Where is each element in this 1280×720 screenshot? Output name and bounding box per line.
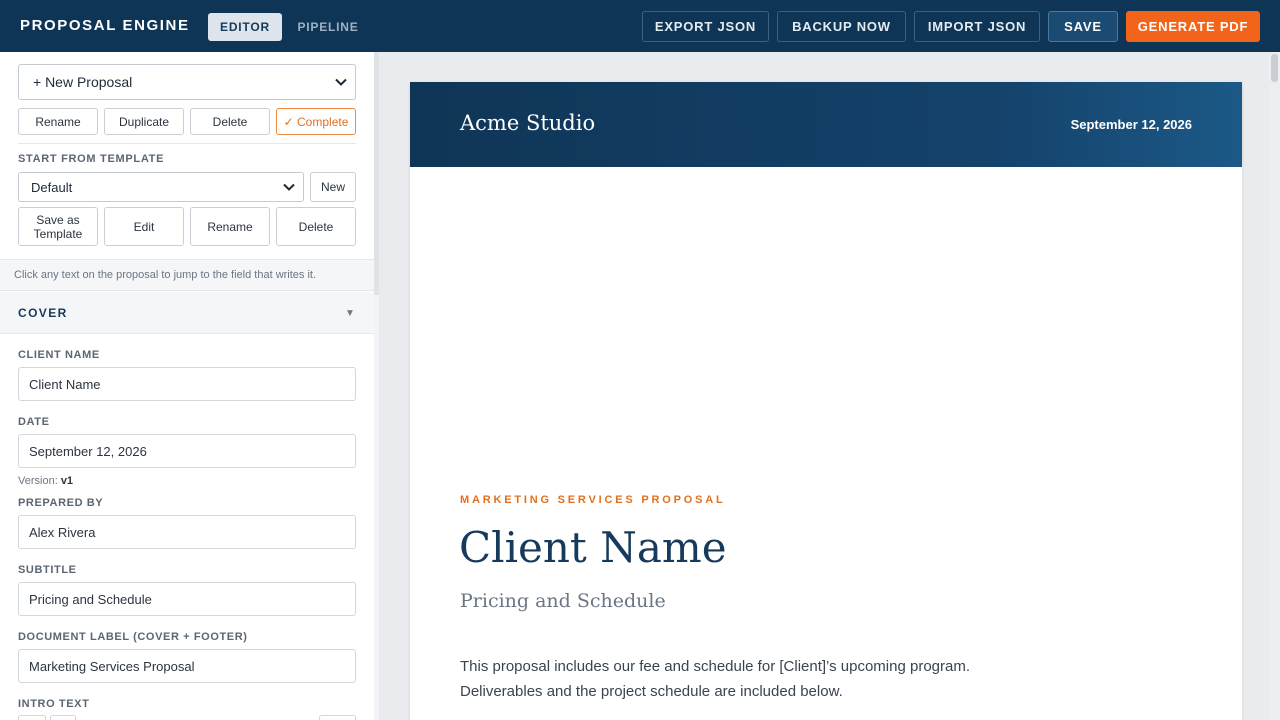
version-label: Version: [18, 475, 58, 487]
proposal-date[interactable]: September 12, 2026 [1071, 117, 1192, 132]
backup-now-button[interactable]: BACKUP NOW [777, 11, 906, 42]
intro-text-label: INTRO TEXT [18, 698, 90, 710]
tab-pipeline[interactable]: PIPELINE [290, 13, 366, 41]
chevron-down-icon [283, 183, 295, 191]
client-name-field[interactable]: Client Name [18, 367, 356, 401]
preview-scrollbar-thumb[interactable] [1271, 54, 1278, 82]
studio-name[interactable]: Acme Studio [460, 111, 595, 135]
subtitle-label: SUBTITLE [18, 564, 77, 576]
preview-scrollbar[interactable] [1269, 52, 1280, 720]
complete-proposal-button[interactable]: ✓ Complete [276, 108, 356, 135]
divider [18, 143, 356, 144]
subtitle-field[interactable]: Pricing and Schedule [18, 582, 356, 616]
intro-line: This proposal includes our fee and sched… [460, 658, 970, 675]
cover-section-title: COVER [18, 306, 68, 320]
version-indicator: Version: v1 [18, 475, 73, 487]
proposal-select[interactable]: + New Proposal [18, 64, 356, 100]
delete-proposal-button[interactable]: Delete [190, 108, 270, 135]
app-brand: PROPOSAL ENGINE [20, 17, 190, 34]
export-json-button[interactable]: EXPORT JSON [642, 11, 769, 42]
client-name-heading[interactable]: Client Name [459, 523, 727, 572]
prepared-by-field[interactable]: Alex Rivera [18, 515, 356, 549]
prepared-by-label: PREPARED BY [18, 497, 104, 509]
date-label: DATE [18, 416, 50, 428]
rename-template-button[interactable]: Rename [190, 207, 270, 246]
format-bold-button[interactable] [18, 715, 46, 720]
generate-pdf-button[interactable]: GENERATE PDF [1126, 11, 1260, 42]
proposal-select-value: + New Proposal [33, 74, 133, 90]
proposal-preview: Acme Studio September 12, 2026 MARKETING… [379, 52, 1280, 720]
import-json-button[interactable]: IMPORT JSON [914, 11, 1040, 42]
format-clear-button[interactable] [319, 715, 356, 720]
date-field[interactable]: September 12, 2026 [18, 434, 356, 468]
top-bar: PROPOSAL ENGINE EDITOR PIPELINE EXPORT J… [0, 0, 1280, 52]
page-header-band: Acme Studio September 12, 2026 [410, 82, 1242, 167]
delete-template-button[interactable]: Delete [276, 207, 356, 246]
version-value: v1 [60, 475, 74, 487]
proposal-page: Acme Studio September 12, 2026 MARKETING… [410, 82, 1242, 720]
collapse-arrow-icon: ▼ [345, 308, 355, 319]
tab-editor[interactable]: EDITOR [208, 13, 282, 41]
chevron-down-icon [335, 78, 347, 86]
proposal-subtitle[interactable]: Pricing and Schedule [460, 590, 666, 612]
click-to-edit-hint: Click any text on the proposal to jump t… [0, 259, 374, 291]
document-label-field[interactable]: Marketing Services Proposal [18, 649, 356, 683]
format-italic-button[interactable] [50, 715, 76, 720]
editor-sidebar: + New Proposal Rename Duplicate Delete ✓… [0, 52, 374, 720]
edit-template-button[interactable]: Edit [104, 207, 184, 246]
save-as-template-button[interactable]: Save as Template [18, 207, 98, 246]
template-select-value: Default [31, 179, 73, 195]
intro-text[interactable]: This proposal includes our fee and sched… [460, 654, 1080, 704]
intro-line: Deliverables and the project schedule ar… [460, 683, 843, 700]
duplicate-proposal-button[interactable]: Duplicate [104, 108, 184, 135]
template-select[interactable]: Default [18, 172, 304, 202]
document-label[interactable]: MARKETING SERVICES PROPOSAL [460, 494, 725, 506]
client-name-label: CLIENT NAME [18, 349, 100, 361]
template-heading: START FROM TEMPLATE [18, 153, 165, 165]
cover-section-header[interactable]: COVER ▼ [0, 292, 374, 334]
save-button[interactable]: SAVE [1048, 11, 1118, 42]
document-label-label: DOCUMENT LABEL (COVER + FOOTER) [18, 631, 248, 643]
new-template-button[interactable]: New [310, 172, 356, 202]
rename-proposal-button[interactable]: Rename [18, 108, 98, 135]
